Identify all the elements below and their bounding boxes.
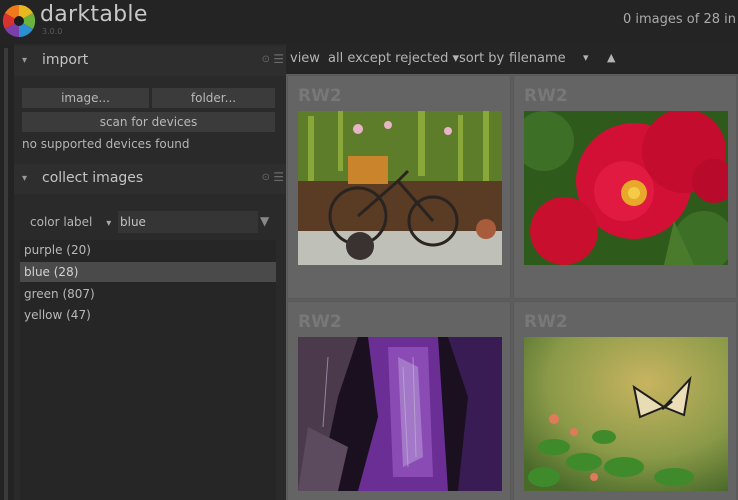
thumbnail[interactable]: RW2 bbox=[287, 301, 511, 500]
left-border-panel[interactable] bbox=[0, 44, 14, 500]
file-extension-label: RW2 bbox=[524, 312, 568, 332]
expand-arrow-icon[interactable]: ▾ bbox=[22, 173, 27, 184]
collect-module-header[interactable]: ▾ collect images ⊙ ☰ bbox=[14, 164, 286, 194]
dropdown-arrow-icon[interactable]: ▾ bbox=[106, 218, 111, 229]
presets-icon[interactable]: ☰ bbox=[273, 170, 284, 184]
image-count-status: 0 images of 28 in bbox=[623, 12, 736, 27]
view-filter-combo[interactable]: all except rejected ▾ bbox=[328, 51, 459, 66]
expand-arrow-icon[interactable]: ▾ bbox=[22, 55, 27, 66]
import-image-button[interactable]: image... bbox=[22, 88, 149, 108]
list-item-purple[interactable]: purple (20) bbox=[20, 240, 276, 260]
collect-module-title[interactable]: collect images bbox=[42, 170, 143, 186]
thumbnail-image[interactable] bbox=[298, 337, 502, 491]
collect-property-label: color label bbox=[30, 215, 93, 229]
dropdown-arrow-icon[interactable]: ▾ bbox=[583, 51, 589, 64]
lighttable-toolbar: view all except rejected ▾ sort by filen… bbox=[286, 44, 738, 74]
sort-by-combo[interactable]: filename bbox=[509, 51, 566, 66]
left-panel: ▾ import ⊙ ☰ image... folder... scan for… bbox=[14, 44, 286, 500]
file-extension-label: RW2 bbox=[298, 312, 342, 332]
thumbnail[interactable]: RW2 bbox=[287, 75, 511, 299]
sort-order-icon[interactable]: ▲ bbox=[607, 51, 615, 64]
dropdown-arrow-icon[interactable]: ▼ bbox=[260, 214, 269, 228]
file-extension-label: RW2 bbox=[298, 86, 342, 106]
import-module-title[interactable]: import bbox=[42, 52, 88, 68]
thumbnail-image[interactable] bbox=[524, 111, 728, 265]
app-version: 3.0.0 bbox=[42, 27, 63, 36]
presets-icon[interactable]: ☰ bbox=[273, 52, 284, 66]
thumbnail[interactable]: RW2 bbox=[513, 75, 737, 299]
collect-value-input[interactable]: blue bbox=[118, 211, 258, 233]
reset-icon[interactable]: ⊙ bbox=[262, 172, 270, 183]
thumbnail-image[interactable] bbox=[298, 111, 502, 265]
thumbnail[interactable]: RW2 bbox=[513, 301, 737, 500]
darktable-logo-icon bbox=[2, 4, 36, 38]
import-module-header[interactable]: ▾ import ⊙ ☰ bbox=[14, 46, 286, 76]
import-folder-button[interactable]: folder... bbox=[152, 88, 275, 108]
top-header: darktable 3.0.0 0 images of 28 in bbox=[0, 0, 738, 44]
sort-by-label: sort by bbox=[459, 51, 505, 66]
left-panel-collapse-bar[interactable] bbox=[4, 48, 8, 500]
collect-values-list: purple (20) blue (28) green (807) yellow… bbox=[20, 240, 276, 500]
view-label: view bbox=[290, 51, 320, 66]
reset-icon[interactable]: ⊙ bbox=[262, 54, 270, 65]
lighttable-grid: RW2 RW2 RW2 RW2 bbox=[286, 74, 738, 500]
list-item-green[interactable]: green (807) bbox=[20, 284, 276, 304]
list-item-blue[interactable]: blue (28) bbox=[20, 262, 276, 282]
file-extension-label: RW2 bbox=[524, 86, 568, 106]
scan-devices-button[interactable]: scan for devices bbox=[22, 112, 275, 132]
list-item-yellow[interactable]: yellow (47) bbox=[20, 305, 276, 325]
app-title: darktable bbox=[40, 2, 148, 27]
collect-property-combo[interactable]: color label ▾ bbox=[30, 215, 111, 229]
thumbnail-image[interactable] bbox=[524, 337, 728, 491]
no-devices-label: no supported devices found bbox=[22, 137, 190, 151]
